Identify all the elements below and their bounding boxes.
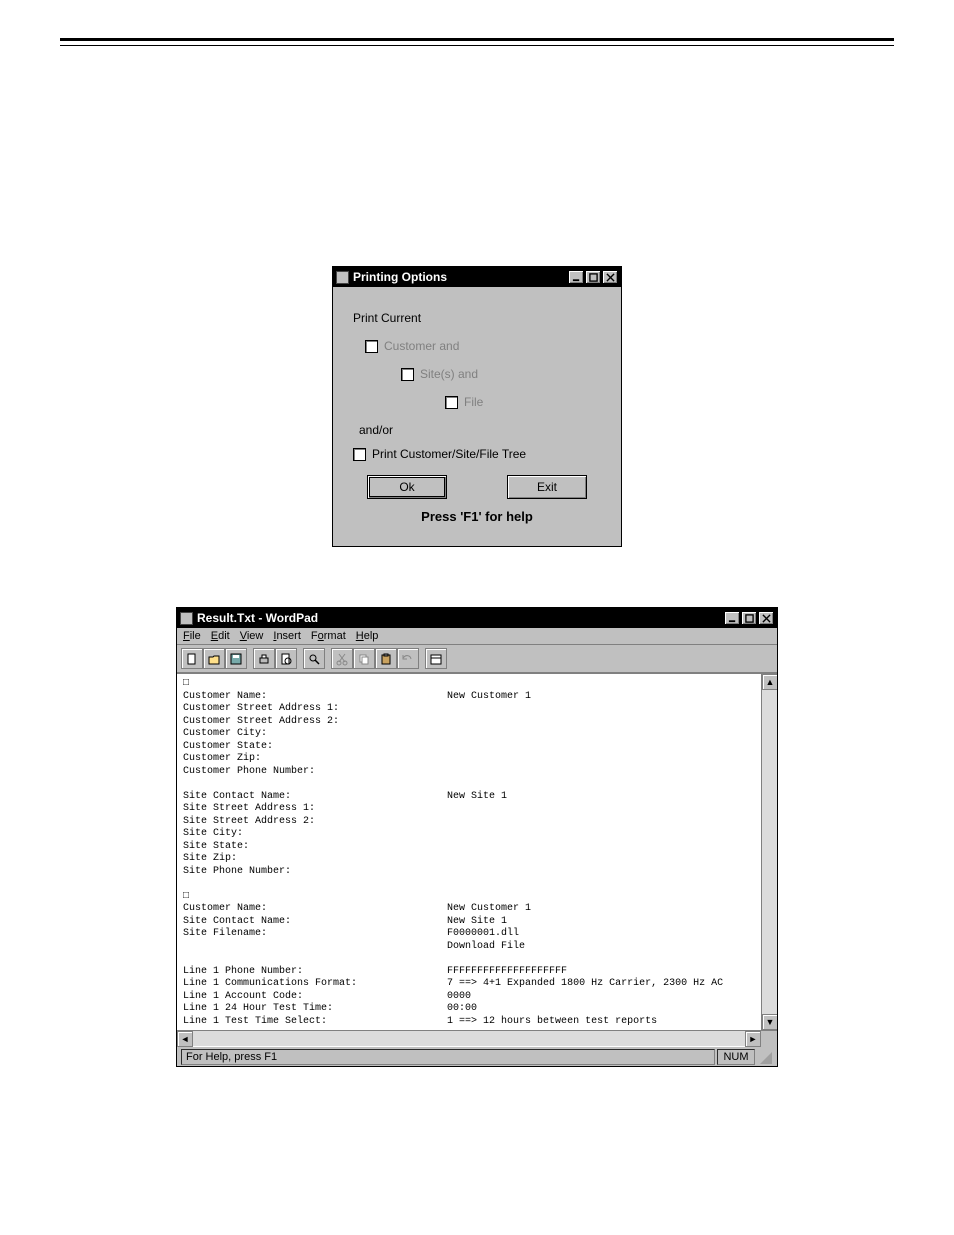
find-icon[interactable] [303, 648, 325, 669]
sites-checkbox[interactable] [401, 368, 414, 381]
datetime-icon[interactable] [425, 648, 447, 669]
rule-sub [60, 45, 894, 46]
menu-edit[interactable]: Edit [211, 630, 230, 642]
ok-button[interactable]: Ok [367, 475, 447, 499]
scroll-up-icon[interactable]: ▲ [762, 674, 777, 690]
save-icon[interactable] [225, 648, 247, 669]
minimize-button[interactable] [568, 270, 584, 284]
scroll-right-icon[interactable]: ► [745, 1031, 761, 1047]
close-button[interactable] [602, 270, 618, 284]
statusbar: For Help, press F1 NUM [177, 1046, 777, 1066]
status-num: NUM [717, 1049, 755, 1065]
toolbar [177, 645, 777, 673]
printing-options-dialog: Printing Options Print Current Customer … [332, 266, 622, 547]
document-text: □ Customer Name: New Customer 1 Customer… [177, 674, 777, 1030]
undo-icon[interactable] [397, 648, 419, 669]
minimize-button[interactable] [724, 611, 740, 625]
scroll-left-icon[interactable]: ◄ [177, 1031, 193, 1047]
print-tree-checkbox[interactable] [353, 448, 366, 461]
print-icon[interactable] [253, 648, 275, 669]
copy-icon[interactable] [353, 648, 375, 669]
file-checkbox[interactable] [445, 396, 458, 409]
maximize-button[interactable] [585, 270, 601, 284]
menu-insert[interactable]: Insert [273, 630, 301, 642]
menu-view[interactable]: View [240, 630, 264, 642]
wordpad-window: Result.Txt - WordPad File Edit View Inse… [176, 607, 778, 1067]
customer-and-label: Customer and [384, 339, 459, 353]
resize-grip-icon[interactable] [757, 1049, 773, 1065]
print-tree-label: Print Customer/Site/File Tree [372, 447, 526, 461]
rule-top [60, 38, 894, 41]
new-icon[interactable] [181, 648, 203, 669]
paste-icon[interactable] [375, 648, 397, 669]
vertical-scrollbar[interactable]: ▲ ▼ [761, 674, 777, 1030]
customer-checkbox[interactable] [365, 340, 378, 353]
close-button[interactable] [758, 611, 774, 625]
andor-label: and/or [359, 423, 601, 437]
open-icon[interactable] [203, 648, 225, 669]
scroll-down-icon[interactable]: ▼ [762, 1014, 777, 1030]
document-area[interactable]: □ Customer Name: New Customer 1 Customer… [177, 673, 777, 1030]
print-preview-icon[interactable] [275, 648, 297, 669]
wordpad-app-icon [180, 612, 193, 625]
titlebar[interactable]: Printing Options [333, 267, 621, 287]
menu-format[interactable]: Format [311, 630, 346, 642]
exit-button[interactable]: Exit [507, 475, 587, 499]
file-label: File [464, 395, 483, 409]
cut-icon[interactable] [331, 648, 353, 669]
menu-file[interactable]: File [183, 630, 201, 642]
sites-and-label: Site(s) and [420, 367, 478, 381]
menubar: File Edit View Insert Format Help [177, 628, 777, 645]
app-icon [336, 271, 349, 284]
dialog-title: Printing Options [353, 270, 447, 284]
wordpad-title: Result.Txt - WordPad [197, 611, 318, 625]
maximize-button[interactable] [741, 611, 757, 625]
status-text: For Help, press F1 [181, 1049, 715, 1065]
help-label: Press 'F1' for help [353, 509, 601, 524]
menu-help[interactable]: Help [356, 630, 379, 642]
horizontal-scrollbar[interactable]: ◄ ► [177, 1030, 777, 1046]
print-current-label: Print Current [353, 311, 421, 325]
wordpad-titlebar[interactable]: Result.Txt - WordPad [177, 608, 777, 628]
